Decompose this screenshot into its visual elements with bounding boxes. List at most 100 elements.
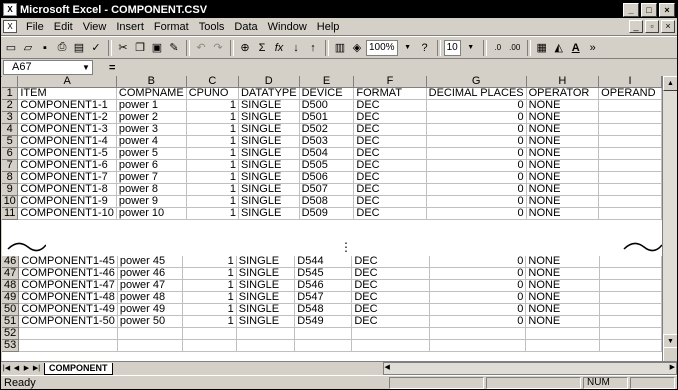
fill-color-icon[interactable]: ◭ (551, 40, 567, 56)
first-sheet-icon[interactable]: |◀ (2, 364, 11, 373)
column-header[interactable]: G (426, 76, 527, 88)
cell[interactable]: power 4 (116, 135, 187, 148)
cell[interactable]: COMPONENT1-50 (18, 315, 118, 328)
row-header[interactable]: 6 (2, 147, 19, 160)
cell[interactable]: NONE (525, 315, 601, 328)
cell[interactable]: COMPONENT1-47 (18, 279, 118, 292)
cell[interactable]: DEC (351, 315, 431, 328)
zoom-select[interactable]: 100% (366, 39, 398, 56)
cell[interactable] (429, 339, 527, 352)
cell[interactable]: NONE (525, 267, 601, 280)
cell[interactable] (599, 267, 662, 280)
row-header[interactable]: 11 (2, 207, 19, 220)
print-preview-icon[interactable]: ▤ (71, 40, 87, 56)
cell[interactable] (117, 339, 184, 352)
menu-format[interactable]: Format (154, 21, 189, 33)
row-header[interactable]: 47 (2, 267, 20, 280)
cell[interactable]: 0 (426, 207, 527, 220)
cell[interactable]: 1 (182, 256, 237, 268)
column-header[interactable]: D (238, 76, 300, 88)
cell[interactable]: SINGLE (238, 171, 300, 184)
cell[interactable]: DEVICE (299, 87, 355, 100)
chevron-down-icon[interactable]: ▼ (80, 61, 92, 74)
cell[interactable] (294, 327, 353, 340)
cell[interactable]: CPUNO (186, 87, 239, 100)
cell[interactable]: COMPNAME (116, 87, 187, 100)
cell[interactable]: SINGLE (238, 207, 300, 220)
cell[interactable]: NONE (526, 183, 600, 196)
cell[interactable]: DECIMAL PLACES (426, 87, 527, 100)
column-header[interactable]: B (116, 76, 187, 88)
cell[interactable]: power 49 (117, 303, 184, 316)
cell[interactable]: power 9 (116, 195, 187, 208)
menu-window[interactable]: Window (268, 21, 307, 33)
cell[interactable]: COMPONENT1-2 (17, 111, 117, 124)
cell[interactable]: COMPONENT1-48 (18, 291, 118, 304)
cell[interactable]: SINGLE (238, 159, 300, 172)
cell[interactable]: SINGLE (236, 291, 296, 304)
cell[interactable]: 0 (429, 279, 527, 292)
row-header[interactable]: 52 (2, 327, 20, 340)
font-size-select[interactable]: 10 (443, 39, 461, 56)
cell[interactable]: D507 (299, 183, 355, 196)
cell[interactable]: NONE (526, 171, 600, 184)
row-header[interactable]: 50 (2, 303, 20, 316)
cell[interactable]: NONE (526, 99, 600, 112)
next-sheet-icon[interactable]: ▶ (22, 364, 31, 373)
cell[interactable]: 0 (426, 183, 527, 196)
scroll-left-icon[interactable]: ◀ (385, 363, 390, 371)
cell[interactable]: COMPONENT1-7 (17, 171, 117, 184)
row-header[interactable]: 3 (2, 111, 19, 124)
cell[interactable]: SINGLE (238, 195, 300, 208)
save-icon[interactable]: ▪ (37, 40, 53, 56)
help-icon[interactable]: ? (417, 40, 433, 56)
cell[interactable]: power 6 (116, 159, 187, 172)
sort-desc-icon[interactable]: ↑ (305, 40, 321, 56)
paste-icon[interactable]: ▣ (149, 40, 165, 56)
cell[interactable]: OPERAND (598, 87, 662, 100)
cell[interactable] (598, 183, 662, 196)
cell[interactable]: COMPONENT1-5 (17, 147, 117, 160)
cell[interactable] (236, 327, 296, 340)
horizontal-scrollbar[interactable]: ◀ ▶ (382, 362, 677, 375)
cut-icon[interactable]: ✂ (115, 40, 131, 56)
cell[interactable]: COMPONENT1-46 (18, 267, 118, 280)
cell[interactable]: COMPONENT1-1 (17, 99, 117, 112)
row-header[interactable]: 5 (2, 135, 19, 148)
cell[interactable]: NONE (526, 123, 600, 136)
last-sheet-icon[interactable]: ▶| (32, 364, 41, 373)
cell[interactable]: DEC (353, 183, 427, 196)
cell[interactable]: DEC (351, 303, 431, 316)
cell[interactable]: DEC (353, 207, 427, 220)
cell[interactable]: DEC (351, 279, 431, 292)
column-header[interactable]: I (598, 76, 662, 88)
cell[interactable] (294, 339, 353, 352)
zoom-dropdown-icon[interactable]: ▼ (400, 40, 416, 56)
cell[interactable]: power 10 (116, 207, 187, 220)
cell[interactable]: DEC (353, 147, 427, 160)
print-icon[interactable]: ⎙ (54, 40, 70, 56)
redo-icon[interactable]: ↷ (210, 40, 226, 56)
cell[interactable]: power 50 (117, 315, 184, 328)
workbook-restore-button[interactable]: ▫ (645, 20, 659, 33)
cell[interactable]: D500 (299, 99, 355, 112)
cell[interactable]: D546 (294, 279, 353, 292)
cell[interactable]: 0 (426, 123, 527, 136)
cell[interactable] (598, 159, 662, 172)
cell[interactable]: NONE (525, 279, 601, 292)
function-icon[interactable]: fx (271, 40, 287, 56)
cell[interactable] (182, 327, 237, 340)
cell[interactable]: 0 (426, 195, 527, 208)
chart-wizard-icon[interactable]: ▥ (332, 40, 348, 56)
font-color-icon[interactable]: A (568, 40, 584, 56)
cell[interactable]: 1 (186, 195, 239, 208)
formula-input[interactable] (123, 61, 677, 74)
row-header[interactable]: 53 (2, 339, 20, 352)
cell[interactable]: SINGLE (238, 135, 300, 148)
row-header[interactable]: 7 (2, 159, 19, 172)
undo-icon[interactable]: ↶ (193, 40, 209, 56)
cell[interactable]: 0 (426, 99, 527, 112)
cell[interactable]: SINGLE (236, 256, 296, 268)
cell[interactable] (599, 327, 662, 340)
cell[interactable]: power 3 (116, 123, 187, 136)
